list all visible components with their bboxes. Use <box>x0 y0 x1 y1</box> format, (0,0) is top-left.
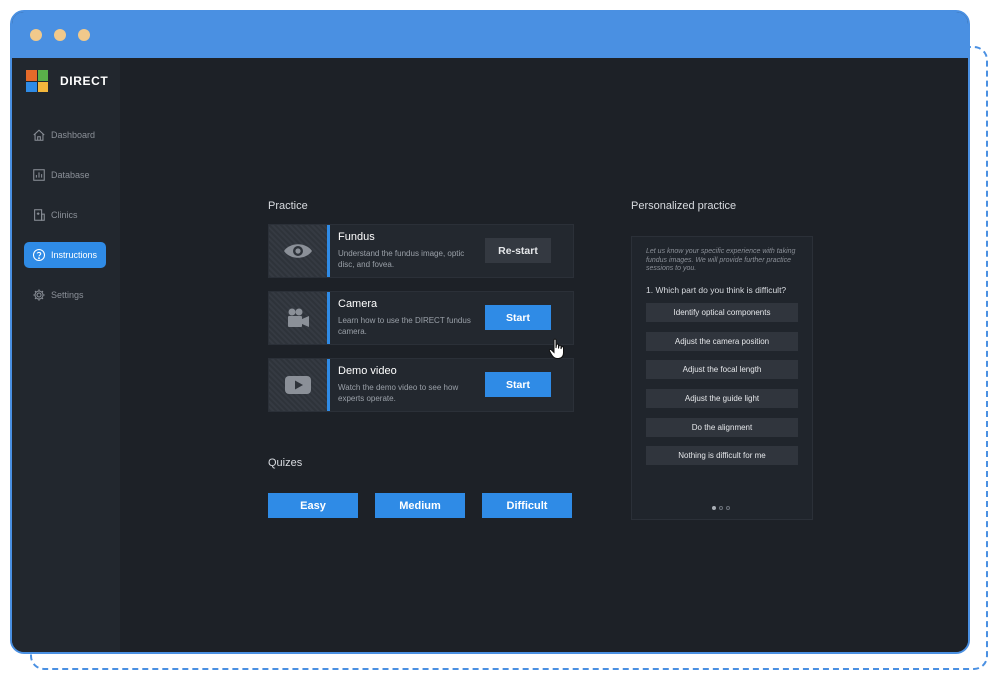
app-window: DIRECT Dashboard Database Clinics Instru… <box>10 10 970 654</box>
option-button[interactable]: Adjust the focal length <box>646 360 798 380</box>
card-thumbnail <box>269 292 327 344</box>
window-close-dot[interactable] <box>30 29 42 41</box>
chart-icon <box>33 169 45 181</box>
quiz-difficult-button[interactable]: Difficult <box>482 493 572 518</box>
card-thumbnail <box>269 225 327 277</box>
card-thumbnail <box>269 359 327 411</box>
main-content: Practice Fundus Understand the fundus im… <box>120 58 968 652</box>
eye-icon <box>284 244 312 258</box>
logo-icon <box>26 70 48 92</box>
gear-icon <box>33 289 45 301</box>
sidebar-item-label: Settings <box>51 290 84 300</box>
pager-dot[interactable] <box>712 506 716 510</box>
sidebar-item-label: Dashboard <box>51 130 96 140</box>
quizzes-heading: Quizes <box>268 457 303 469</box>
option-button[interactable]: Adjust the guide light <box>646 389 798 409</box>
question-text: 1. Which part do you think is difficult? <box>646 285 787 295</box>
card-accent-bar <box>327 292 330 344</box>
option-button[interactable]: Adjust the camera position <box>646 331 798 351</box>
practice-card-fundus: Fundus Understand the fundus image, opti… <box>268 224 574 278</box>
option-list: Identify optical components Adjust the c… <box>646 303 798 475</box>
quiz-medium-button[interactable]: Medium <box>375 493 465 518</box>
personalized-heading: Personalized practice <box>631 200 737 212</box>
sidebar-item-settings[interactable]: Settings <box>24 282 106 308</box>
sidebar-nav: Dashboard Database Clinics Instructions … <box>24 122 106 322</box>
card-description: Understand the fundus image, optic disc,… <box>338 249 465 269</box>
card-title: Demo video <box>338 365 397 377</box>
start-demo-button[interactable]: Start <box>485 372 551 397</box>
sidebar-item-database[interactable]: Database <box>24 162 106 188</box>
question-icon <box>32 248 46 262</box>
option-button[interactable]: Nothing is difficult for me <box>646 446 798 466</box>
sidebar-item-label: Instructions <box>51 250 98 260</box>
card-accent-bar <box>327 359 330 411</box>
pagination-dots <box>712 506 730 510</box>
card-accent-bar <box>327 225 330 277</box>
practice-card-camera: Camera Learn how to use the DIRECT fundu… <box>268 291 574 345</box>
video-camera-icon <box>288 308 309 327</box>
quiz-buttons: Easy Medium Difficult <box>268 493 572 518</box>
panel-intro-text: Let us know your specific experience wit… <box>646 248 796 272</box>
brand: DIRECT <box>26 70 108 92</box>
title-bar <box>12 12 968 58</box>
clinic-icon <box>34 209 45 221</box>
window-minimize-dot[interactable] <box>54 29 66 41</box>
option-button[interactable]: Do the alignment <box>646 417 798 437</box>
card-description: Watch the demo video to see how experts … <box>338 383 459 403</box>
app-name: DIRECT <box>60 74 109 88</box>
quiz-easy-button[interactable]: Easy <box>268 493 358 518</box>
practice-heading: Practice <box>268 200 308 212</box>
personalized-panel: Let us know your specific experience wit… <box>631 236 813 520</box>
start-camera-button[interactable]: Start <box>485 305 551 330</box>
pager-dot[interactable] <box>719 506 723 510</box>
pager-dot[interactable] <box>726 506 730 510</box>
sidebar-item-label: Database <box>51 170 90 180</box>
card-title: Fundus <box>338 231 375 243</box>
card-description: Learn how to use the DIRECT fundus camer… <box>338 316 471 336</box>
restart-button[interactable]: Re-start <box>485 238 551 263</box>
play-icon <box>285 376 311 394</box>
practice-card-demo-video: Demo video Watch the demo video to see h… <box>268 358 574 412</box>
sidebar-item-label: Clinics <box>51 210 78 220</box>
sidebar-item-dashboard[interactable]: Dashboard <box>24 122 106 148</box>
sidebar: DIRECT Dashboard Database Clinics Instru… <box>12 58 120 652</box>
window-maximize-dot[interactable] <box>78 29 90 41</box>
card-title: Camera <box>338 298 378 310</box>
sidebar-item-instructions[interactable]: Instructions <box>24 242 106 268</box>
sidebar-item-clinics[interactable]: Clinics <box>24 202 106 228</box>
hand-pointer-icon <box>548 338 564 359</box>
home-icon <box>33 129 45 141</box>
option-button[interactable]: Identify optical components <box>646 303 798 322</box>
